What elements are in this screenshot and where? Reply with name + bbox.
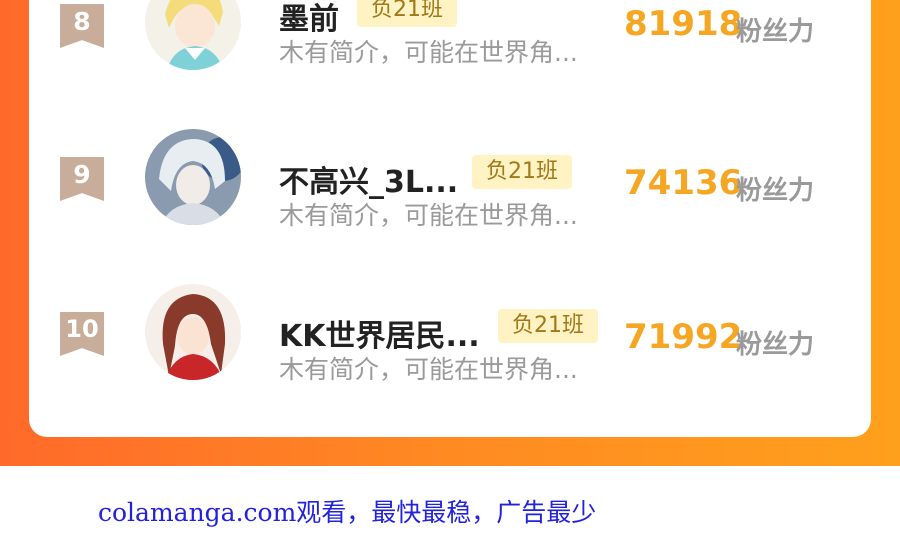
user-bio: 木有简介，可能在世界角... (279, 201, 578, 230)
class-tag: 负21班 (472, 155, 572, 189)
username: KK世界居民... (279, 319, 480, 354)
fan-power-label: 粉丝力 (736, 330, 815, 360)
source-watermark-text: colamanga.com观看，最快最稳，广告最少 (98, 498, 597, 527)
ranking-card: 8 墨前 负21班 木有简介，可能在世界角... 81918 粉丝力 9 不高兴… (29, 0, 871, 437)
username: 不高兴_3L... (279, 165, 459, 200)
class-tag: 负21班 (498, 309, 598, 343)
fan-power-value: 81918 (624, 4, 743, 44)
avatar[interactable] (145, 129, 241, 225)
user-bio: 木有简介，可能在世界角... (279, 38, 578, 67)
ranking-row[interactable]: 10 KK世界居民... 负21班 木有简介，可能在世界角... 71992 粉… (29, 280, 871, 410)
user-bio: 木有简介，可能在世界角... (279, 355, 578, 384)
ranking-row[interactable]: 8 墨前 负21班 木有简介，可能在世界角... 81918 粉丝力 (29, 0, 871, 100)
fan-power-label: 粉丝力 (736, 176, 815, 206)
avatar[interactable] (145, 0, 241, 70)
fan-power-value: 71992 (624, 317, 743, 357)
ranking-row[interactable]: 9 不高兴_3L... 负21班 木有简介，可能在世界角... 74136 粉丝… (29, 125, 871, 255)
fan-power-value: 74136 (624, 163, 743, 203)
fan-power-label: 粉丝力 (736, 17, 815, 47)
class-tag: 负21班 (357, 0, 457, 27)
rank-badge: 10 (60, 312, 104, 356)
rank-badge: 8 (60, 4, 104, 48)
rank-badge: 9 (60, 157, 104, 201)
ranking-frame: 8 墨前 负21班 木有简介，可能在世界角... 81918 粉丝力 9 不高兴… (0, 0, 900, 466)
avatar[interactable] (145, 284, 241, 380)
